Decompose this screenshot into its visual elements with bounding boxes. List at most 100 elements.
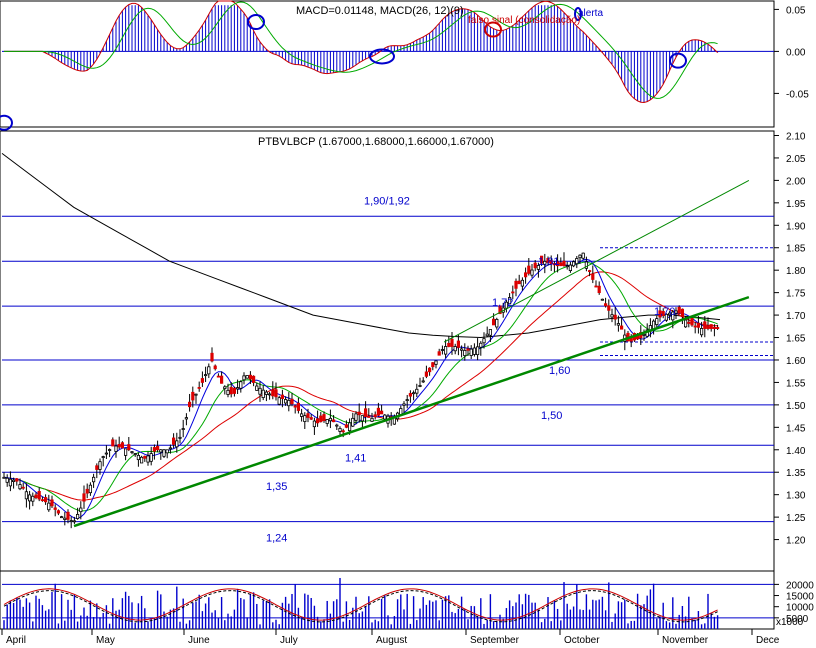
level-label: 1,70 <box>654 306 675 318</box>
candle-body <box>700 328 704 336</box>
candle-body <box>293 405 297 408</box>
price-axis-tick-label: 1.70 <box>786 311 806 322</box>
candle-body <box>290 398 294 405</box>
candle-body <box>325 419 329 424</box>
candle-body <box>239 381 243 389</box>
candle-body <box>680 308 685 318</box>
volume-axis-tick-label: 10000 <box>786 603 814 614</box>
candle-body <box>450 338 454 347</box>
price-axis-tick-label: 1.35 <box>786 468 806 479</box>
candle-body <box>82 493 86 502</box>
candle-body <box>597 285 601 294</box>
candle-body <box>242 375 246 381</box>
month-label: Dece <box>756 635 780 646</box>
candle-body <box>520 279 525 287</box>
candle-body <box>357 411 361 416</box>
candle-body <box>559 262 563 267</box>
candle-body <box>408 393 413 397</box>
candle-body <box>108 449 112 451</box>
candle-body <box>312 420 317 428</box>
candle-body <box>677 306 681 314</box>
candle-body <box>562 260 566 267</box>
candle-body <box>610 314 614 318</box>
candle-body <box>226 389 230 395</box>
price-axis-tick-label: 1.85 <box>786 244 806 255</box>
candle-body <box>283 399 288 404</box>
candle-body <box>373 414 377 418</box>
candle-body <box>264 391 269 395</box>
candle-body <box>437 351 441 356</box>
candle-body <box>114 445 118 452</box>
candle-body <box>415 388 419 394</box>
price-axis-tick-label: 1.40 <box>786 446 806 457</box>
candle-body <box>485 333 489 337</box>
candle-body <box>31 495 35 502</box>
candle-body <box>411 392 416 395</box>
level-label: 1,90/1,92 <box>364 195 410 207</box>
candle-body <box>527 265 531 274</box>
candle-body <box>687 321 691 324</box>
candle-body <box>232 387 236 394</box>
candle-body <box>511 291 515 294</box>
macd-title: MACD=0.01148, MACD(26, 12)(9) <box>296 5 464 17</box>
candle-body <box>235 387 240 390</box>
candle-body <box>383 414 387 420</box>
candle-body <box>248 374 252 380</box>
candle-body <box>111 439 115 447</box>
month-label: July <box>280 635 298 646</box>
candle-body <box>572 261 576 267</box>
level-label: 1,35 <box>266 481 287 493</box>
candle-body <box>655 318 659 325</box>
candle-body <box>594 285 598 288</box>
stock-chart: 1,90/1,92 1,81 1,72 1,70 1,60 1,50 1,41 1,35 1,2… <box>0 0 814 646</box>
candle-body <box>184 417 188 420</box>
candle-body <box>335 424 339 427</box>
candle-body <box>379 410 384 415</box>
candle-body <box>50 499 54 507</box>
month-label: September <box>470 635 520 646</box>
candle-body <box>459 348 464 351</box>
candle-body <box>363 408 368 417</box>
candle-body <box>261 389 265 398</box>
candle-body <box>351 417 355 427</box>
candle-body <box>152 447 156 452</box>
candle-body <box>162 449 166 457</box>
price-axis-tick-label: 1.75 <box>786 289 806 300</box>
candle-body <box>424 371 429 377</box>
price-axis-tick-label: 1.60 <box>786 356 806 367</box>
candle-body <box>716 327 720 329</box>
candle-body <box>165 449 169 454</box>
candle-body <box>440 349 445 351</box>
macd-axis-tick-label: 0.05 <box>786 5 806 16</box>
candle-body <box>591 273 595 280</box>
candle-body <box>684 319 688 328</box>
candle-body <box>418 385 422 387</box>
candle-body <box>604 303 608 307</box>
candle-body <box>76 514 80 519</box>
candle-body <box>197 387 201 389</box>
candle-body <box>319 415 323 423</box>
candle-body <box>159 449 163 453</box>
candle-body <box>171 437 176 445</box>
candle-body <box>517 280 521 285</box>
candle-body <box>72 520 76 523</box>
level-label: 1,50 <box>541 410 562 422</box>
candle-body <box>136 454 140 461</box>
candle-body <box>421 380 425 383</box>
candle-body <box>376 407 381 416</box>
price-axis-tick-label: 1.95 <box>786 199 806 210</box>
candle-body <box>11 479 16 482</box>
candle-body <box>447 342 451 347</box>
candle-body <box>306 413 310 418</box>
candle-body <box>328 417 333 422</box>
candle-body <box>690 318 694 326</box>
candle-body <box>2 476 6 479</box>
candle-body <box>104 452 108 455</box>
candle-body <box>331 419 336 423</box>
candle-body <box>21 486 25 489</box>
candle-body <box>101 456 105 458</box>
level-label: 1,24 <box>266 533 287 545</box>
price-axis-tick-label: 1.65 <box>786 334 806 345</box>
candle-body <box>693 325 697 328</box>
candle-body <box>258 387 262 395</box>
